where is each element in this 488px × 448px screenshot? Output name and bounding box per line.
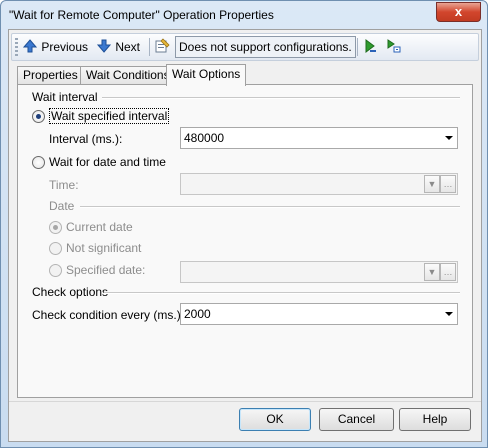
- ok-button[interactable]: OK: [239, 408, 311, 431]
- radio-wait-date-time[interactable]: Wait for date and time: [32, 154, 166, 170]
- radio-label: Not significant: [66, 241, 142, 255]
- check-every-value: 2000: [184, 307, 211, 321]
- interval-combobox[interactable]: 480000: [180, 127, 458, 149]
- title-bar[interactable]: "Wait for Remote Computer" Operation Pro…: [1, 1, 487, 29]
- radio-current-date[interactable]: Current date: [49, 219, 133, 235]
- radio-label: Wait specified interval: [49, 108, 170, 124]
- tab-wait-conditions[interactable]: Wait Conditions: [80, 66, 176, 84]
- radio-wait-specified-interval[interactable]: Wait specified interval: [32, 108, 170, 124]
- window-title: "Wait for Remote Computer" Operation Pro…: [9, 8, 274, 22]
- previous-label: Previous: [41, 40, 89, 54]
- wait-interval-heading: Wait interval: [32, 90, 98, 104]
- tab-wait-options[interactable]: Wait Options: [166, 64, 247, 86]
- help-button[interactable]: Help: [399, 408, 471, 431]
- date-heading: Date: [49, 199, 75, 213]
- next-button[interactable]: Next: [96, 37, 140, 57]
- dialog-window: "Wait for Remote Computer" Operation Pro…: [0, 0, 488, 448]
- check-every-combobox[interactable]: 2000: [180, 303, 458, 325]
- configuration-icon: [155, 38, 170, 53]
- group-divider: [102, 97, 460, 99]
- radio-specified-date[interactable]: Specified date:: [49, 262, 145, 278]
- check-options-heading: Check options: [32, 285, 109, 299]
- footer-divider: [9, 401, 481, 402]
- dropdown-arrow-icon[interactable]: [445, 312, 453, 316]
- ellipsis-icon[interactable]: …: [440, 175, 456, 193]
- run-step-button[interactable]: [386, 37, 402, 57]
- interval-label: Interval (ms.):: [49, 132, 123, 146]
- radio-dot: [32, 156, 45, 169]
- check-every-label: Check condition every (ms.):: [32, 308, 185, 322]
- arrow-down-icon: [96, 39, 112, 53]
- group-divider: [80, 206, 460, 208]
- toolbar-separator: [357, 38, 358, 56]
- radio-dot: [49, 264, 62, 277]
- radio-dot: [49, 242, 62, 255]
- radio-label: Current date: [66, 220, 133, 234]
- interval-value: 480000: [184, 131, 225, 145]
- close-icon: x: [454, 4, 463, 19]
- radio-dot: [49, 221, 62, 234]
- run-step-icon: [387, 39, 401, 53]
- run-icon: [365, 39, 376, 53]
- dropdown-arrow-icon[interactable]: [445, 136, 453, 140]
- group-divider: [104, 292, 460, 294]
- previous-button[interactable]: Previous: [22, 37, 88, 57]
- dialog-client-area: Previous Next Does not support configura…: [8, 29, 482, 442]
- chevron-down-icon[interactable]: ▼: [424, 263, 440, 281]
- radio-not-significant[interactable]: Not significant: [49, 240, 141, 256]
- configurations-field[interactable]: Does not support configurations.: [175, 36, 356, 58]
- toolbar-separator: [149, 38, 150, 56]
- radio-dot: [32, 110, 45, 123]
- toolbar: Previous Next Does not support configura…: [11, 33, 479, 61]
- specified-date-field[interactable]: ▼ …: [180, 261, 458, 283]
- toolbar-grip[interactable]: [15, 38, 18, 56]
- chevron-down-icon[interactable]: ▼: [424, 175, 440, 193]
- arrow-up-icon: [22, 39, 38, 53]
- next-label: Next: [115, 40, 141, 54]
- cancel-button[interactable]: Cancel: [319, 408, 394, 431]
- run-button[interactable]: [362, 37, 378, 57]
- wait-options-panel: Wait interval Wait specified interval In…: [17, 84, 473, 398]
- radio-label: Specified date:: [66, 263, 146, 277]
- radio-label: Wait for date and time: [49, 155, 166, 169]
- close-button[interactable]: x: [436, 2, 481, 22]
- time-label: Time:: [49, 178, 79, 192]
- tab-properties[interactable]: Properties: [17, 66, 84, 84]
- configuration-button[interactable]: [154, 37, 170, 57]
- time-field[interactable]: ▼ …: [180, 173, 458, 195]
- ellipsis-icon[interactable]: …: [440, 263, 456, 281]
